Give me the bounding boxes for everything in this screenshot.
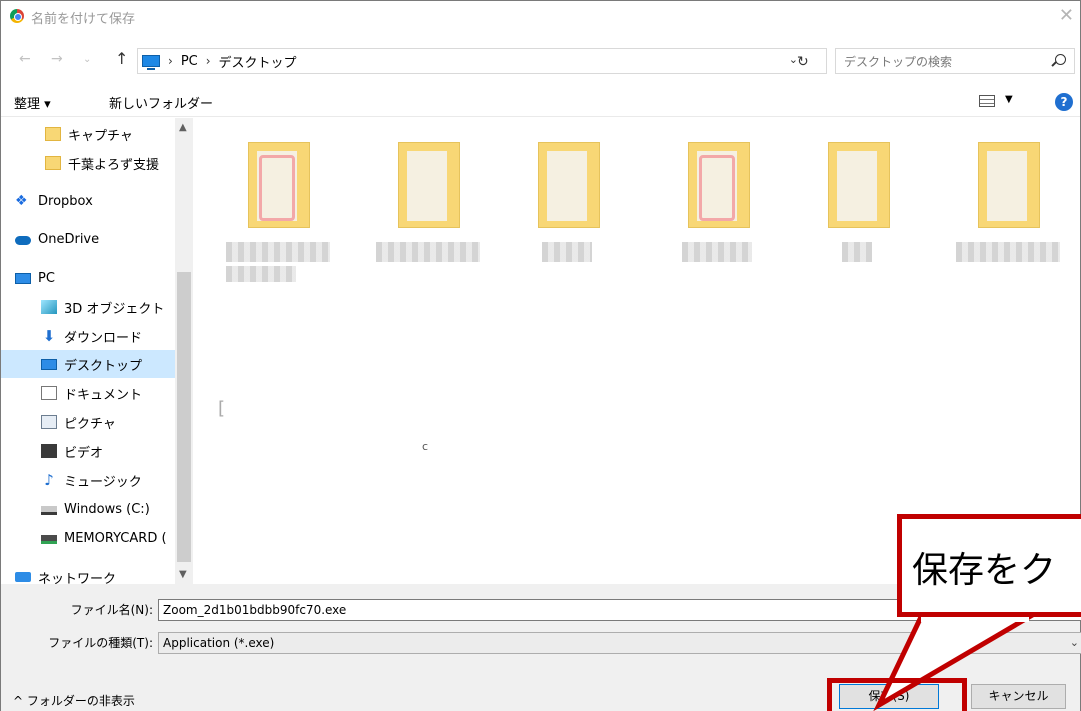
window-title: 名前を付けて保存 xyxy=(31,12,136,27)
up-arrow-icon[interactable]: ↑ xyxy=(115,49,128,68)
command-toolbar: 整理 ▾ 新しいフォルダー ▼ ? xyxy=(1,85,1080,117)
folder-icon xyxy=(45,156,61,170)
hide-folders-toggle[interactable]: ^ フォルダーの非表示 xyxy=(13,692,135,709)
sidebar-item-videos[interactable]: ビデオ xyxy=(1,437,175,465)
cancel-button[interactable]: キャンセル xyxy=(971,684,1066,709)
file-item[interactable] xyxy=(802,138,914,298)
sidebar-item-pictures[interactable]: ピクチャ xyxy=(1,408,175,436)
filename-label: ファイル名(N): xyxy=(70,603,153,617)
address-row: ← → ⌄ ↑ › PC › デスクトップ ⌄ ↻ デスクトップの検索 xyxy=(1,41,1080,81)
sidebar-item-onedrive[interactable]: OneDrive xyxy=(1,225,175,253)
refresh-icon[interactable]: ↻ xyxy=(797,54,809,70)
callout-text: 保存をク xyxy=(912,550,1057,591)
sidebar-item-chiba[interactable]: 千葉よろず支援 xyxy=(45,149,175,177)
close-icon[interactable]: ✕ xyxy=(1059,6,1074,26)
file-item[interactable] xyxy=(372,138,484,298)
desktop-icon xyxy=(41,358,57,370)
cloud-icon xyxy=(15,236,31,245)
chevron-down-icon[interactable]: ⌄ xyxy=(1070,633,1079,653)
video-icon xyxy=(41,444,57,458)
forward-arrow-icon[interactable]: → xyxy=(51,51,63,67)
scroll-down-icon[interactable]: ▼ xyxy=(179,569,187,580)
file-item[interactable] xyxy=(512,138,624,298)
save-button-highlight xyxy=(827,678,967,711)
address-bar[interactable]: › PC › デスクトップ ⌄ xyxy=(137,48,827,74)
filetype-label: ファイルの種類(T): xyxy=(48,636,153,650)
breadcrumb-desktop[interactable]: デスクトップ xyxy=(219,52,297,71)
dropbox-icon: ❖ xyxy=(15,193,28,209)
save-as-dialog: 名前を付けて保存 ✕ ← → ⌄ ↑ › PC › デスクトップ ⌄ ↻ デスク… xyxy=(0,0,1081,711)
file-item[interactable] xyxy=(662,138,774,298)
search-placeholder: デスクトップの検索 xyxy=(844,55,953,69)
document-icon xyxy=(41,386,57,400)
file-item[interactable] xyxy=(952,138,1064,298)
view-dropdown-icon[interactable]: ▼ xyxy=(1005,94,1013,105)
desktop-icon xyxy=(142,55,160,70)
sidebar-item-downloads[interactable]: ⬇ ダウンロード xyxy=(1,322,175,350)
cube-icon xyxy=(41,300,57,314)
folder-icon xyxy=(45,127,61,141)
organize-button[interactable]: 整理 ▾ xyxy=(14,93,51,112)
new-folder-button[interactable]: 新しいフォルダー xyxy=(109,93,213,112)
sidebar-item-music[interactable]: ♪ ミュージック xyxy=(1,466,175,494)
music-icon: ♪ xyxy=(44,471,54,489)
file-item[interactable] xyxy=(222,138,334,298)
computer-icon xyxy=(15,272,31,284)
sidebar-item-memorycard[interactable]: MEMORYCARD ( xyxy=(1,524,175,552)
nav-scrollbar[interactable]: ▲ ▼ xyxy=(175,118,193,584)
download-icon: ⬇ xyxy=(42,327,56,345)
view-options-icon[interactable] xyxy=(979,95,995,107)
search-icon[interactable] xyxy=(1055,54,1066,65)
filetype-select[interactable]: Application (*.exe) ⌄ xyxy=(158,632,1081,654)
sidebar-item-3d-objects[interactable]: 3D オブジェクト xyxy=(1,293,175,321)
chrome-icon xyxy=(10,9,24,23)
folder-icon xyxy=(688,142,750,228)
sidebar-item-capture[interactable]: キャプチャ xyxy=(45,120,175,148)
network-icon xyxy=(15,572,31,582)
drive-icon xyxy=(41,506,57,515)
sidebar-item-dropbox[interactable]: ❖ Dropbox xyxy=(1,187,175,215)
navigation-pane: キャプチャ 千葉よろず支援 ❖ Dropbox OneDrive PC 3D オ… xyxy=(1,118,193,587)
recent-dropdown-icon[interactable]: ⌄ xyxy=(83,54,91,65)
picture-icon xyxy=(41,415,57,429)
folder-icon xyxy=(398,142,460,228)
annotation-callout: 保存をク xyxy=(897,514,1081,617)
folder-icon xyxy=(538,142,600,228)
folder-icon xyxy=(248,142,310,228)
back-arrow-icon[interactable]: ← xyxy=(19,51,31,67)
memory-card-icon xyxy=(41,535,57,544)
sidebar-item-documents[interactable]: ドキュメント xyxy=(1,379,175,407)
folder-icon xyxy=(828,142,890,228)
help-icon[interactable]: ? xyxy=(1055,93,1073,111)
scroll-thumb[interactable] xyxy=(177,272,191,562)
sidebar-item-windows-c[interactable]: Windows (C:) xyxy=(1,495,175,523)
sidebar-item-pc[interactable]: PC xyxy=(1,264,175,292)
folder-icon xyxy=(978,142,1040,228)
scroll-up-icon[interactable]: ▲ xyxy=(179,122,187,133)
search-input[interactable]: デスクトップの検索 xyxy=(835,48,1075,74)
title-bar: 名前を付けて保存 ✕ xyxy=(1,1,1080,32)
sidebar-item-desktop[interactable]: デスクトップ xyxy=(1,350,175,378)
breadcrumb-pc[interactable]: PC xyxy=(181,54,198,69)
